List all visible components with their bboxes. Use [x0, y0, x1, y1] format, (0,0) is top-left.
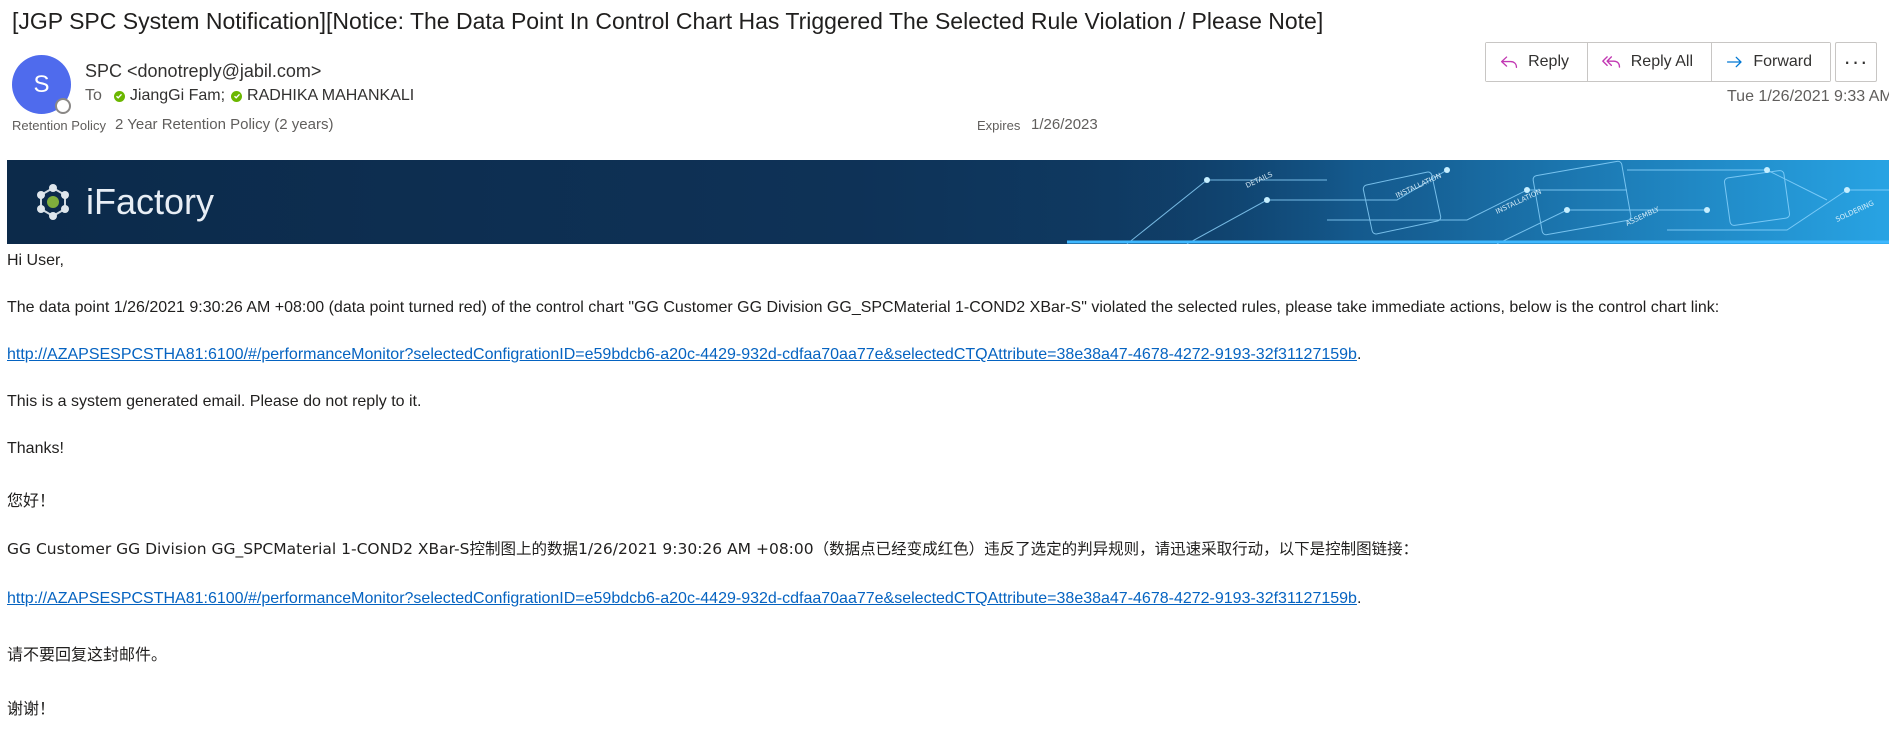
- more-actions-button[interactable]: ···: [1835, 42, 1877, 82]
- recipient-1[interactable]: JiangGi Fam;: [113, 87, 226, 105]
- no-reply-cn: 请不要回复这封邮件。: [7, 645, 168, 664]
- recipient-2-name: RADHIKA MAHANKALI: [247, 87, 415, 104]
- banner-title: iFactory: [86, 181, 215, 222]
- presence-available-icon: [113, 90, 125, 102]
- no-reply-en: This is a system generated email. Please…: [7, 393, 422, 410]
- recipient-1-name: JiangGi Fam;: [129, 87, 226, 104]
- sender-name[interactable]: SPC <donotreply@jabil.com>: [85, 61, 321, 82]
- reply-all-label: Reply All: [1630, 53, 1693, 70]
- reply-icon: [1500, 56, 1518, 69]
- thanks-en: Thanks!: [7, 440, 64, 457]
- avatar-status-icon: [55, 98, 71, 114]
- retention-policy-value: 2 Year Retention Policy (2 years): [115, 116, 334, 133]
- thanks-cn: 谢谢！: [7, 699, 56, 718]
- greeting-cn: 您好！: [7, 491, 56, 510]
- expires-label: Expires: [977, 118, 1021, 133]
- presence-available-icon: [231, 90, 243, 102]
- link-paragraph-en: http://AZAPSESPCSTHA81:6100/#/performanc…: [7, 346, 1361, 364]
- message-cn: GG Customer GG Division GG_SPCMaterial 1…: [7, 540, 1419, 558]
- to-label: To: [85, 87, 102, 104]
- expires-value: 1/26/2023: [1031, 116, 1098, 133]
- reply-all-button[interactable]: Reply All: [1588, 43, 1712, 81]
- reply-label: Reply: [1528, 53, 1569, 70]
- ifactory-logo-icon: [37, 184, 69, 220]
- email-subject: [JGP SPC System Notification][Notice: Th…: [12, 8, 1324, 34]
- control-chart-link-en[interactable]: http://AZAPSESPCSTHA81:6100/#/performanc…: [7, 346, 1357, 363]
- more-icon: ···: [1843, 49, 1869, 74]
- link-paragraph-cn: http://AZAPSESPCSTHA81:6100/#/performanc…: [7, 590, 1361, 608]
- avatar-initial: S: [33, 70, 50, 98]
- recipients-line: To JiangGi Fam; RADHIKA MAHANKALI: [85, 87, 420, 105]
- greeting-en: Hi User,: [7, 252, 64, 269]
- reply-button[interactable]: Reply: [1486, 43, 1588, 81]
- received-date: Tue 1/26/2021 9:33 AM: [1727, 88, 1889, 105]
- control-chart-link-cn[interactable]: http://AZAPSESPCSTHA81:6100/#/performanc…: [7, 590, 1357, 607]
- link-suffix-en: .: [1356, 346, 1362, 363]
- forward-icon: [1726, 56, 1742, 68]
- ifactory-banner: iFactory DETAILS INSTALLATION ASSEMBLY I…: [7, 160, 1889, 244]
- forward-label: Forward: [1753, 53, 1812, 70]
- message-en: The data point 1/26/2021 9:30:26 AM +08:…: [7, 299, 1720, 316]
- recipient-2[interactable]: RADHIKA MAHANKALI: [231, 87, 414, 105]
- reply-all-icon: [1602, 56, 1621, 68]
- link-suffix-cn: .: [1356, 590, 1362, 607]
- message-actions: Reply Reply All Forward: [1485, 42, 1831, 82]
- retention-policy-label: Retention Policy: [12, 118, 106, 133]
- forward-button[interactable]: Forward: [1712, 43, 1830, 81]
- banner-circuit-art: DETAILS INSTALLATION ASSEMBLY INSTALLATI…: [1067, 160, 1889, 244]
